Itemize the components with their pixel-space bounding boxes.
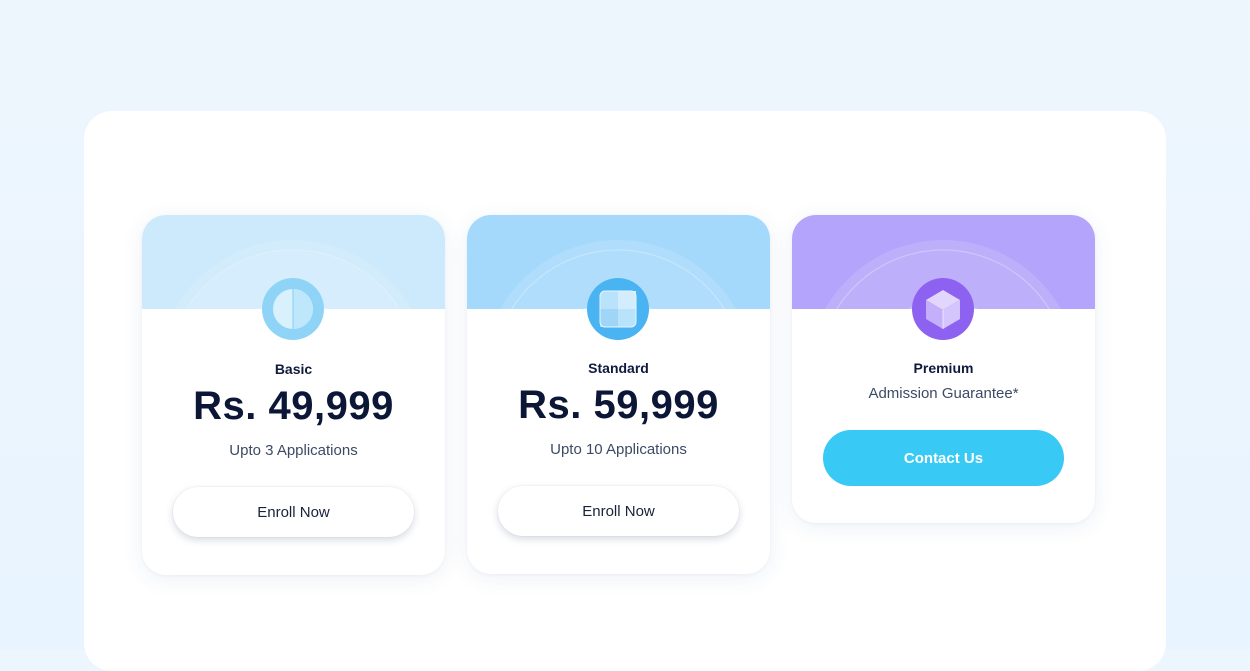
plan-subtitle: Admission Guarantee* [868, 385, 1019, 402]
enroll-now-button-basic[interactable]: Enroll Now [173, 487, 414, 537]
cube-icon [912, 278, 974, 340]
plan-card-standard: Standard Rs. 59,999 Upto 10 Applications… [467, 215, 770, 574]
grid-square-icon [587, 278, 649, 340]
enroll-now-button-standard[interactable]: Enroll Now [498, 486, 739, 536]
plan-subtitle: Upto 10 Applications [550, 441, 687, 458]
circle-half-icon [262, 278, 324, 340]
plan-price: Rs. 59,999 [518, 383, 719, 427]
plan-price: Rs. 49,999 [193, 384, 394, 428]
plan-card-premium: Premium Admission Guarantee* Contact Us [792, 215, 1095, 523]
contact-us-button[interactable]: Contact Us [823, 430, 1064, 486]
plan-subtitle: Upto 3 Applications [229, 442, 358, 459]
plan-name: Basic [274, 361, 313, 377]
pricing-panel: Basic Rs. 49,999 Upto 3 Applications Enr… [84, 111, 1166, 671]
plan-card-basic: Basic Rs. 49,999 Upto 3 Applications Enr… [142, 215, 445, 575]
plan-name: Standard [588, 360, 649, 376]
plan-name: Premium [913, 360, 974, 376]
